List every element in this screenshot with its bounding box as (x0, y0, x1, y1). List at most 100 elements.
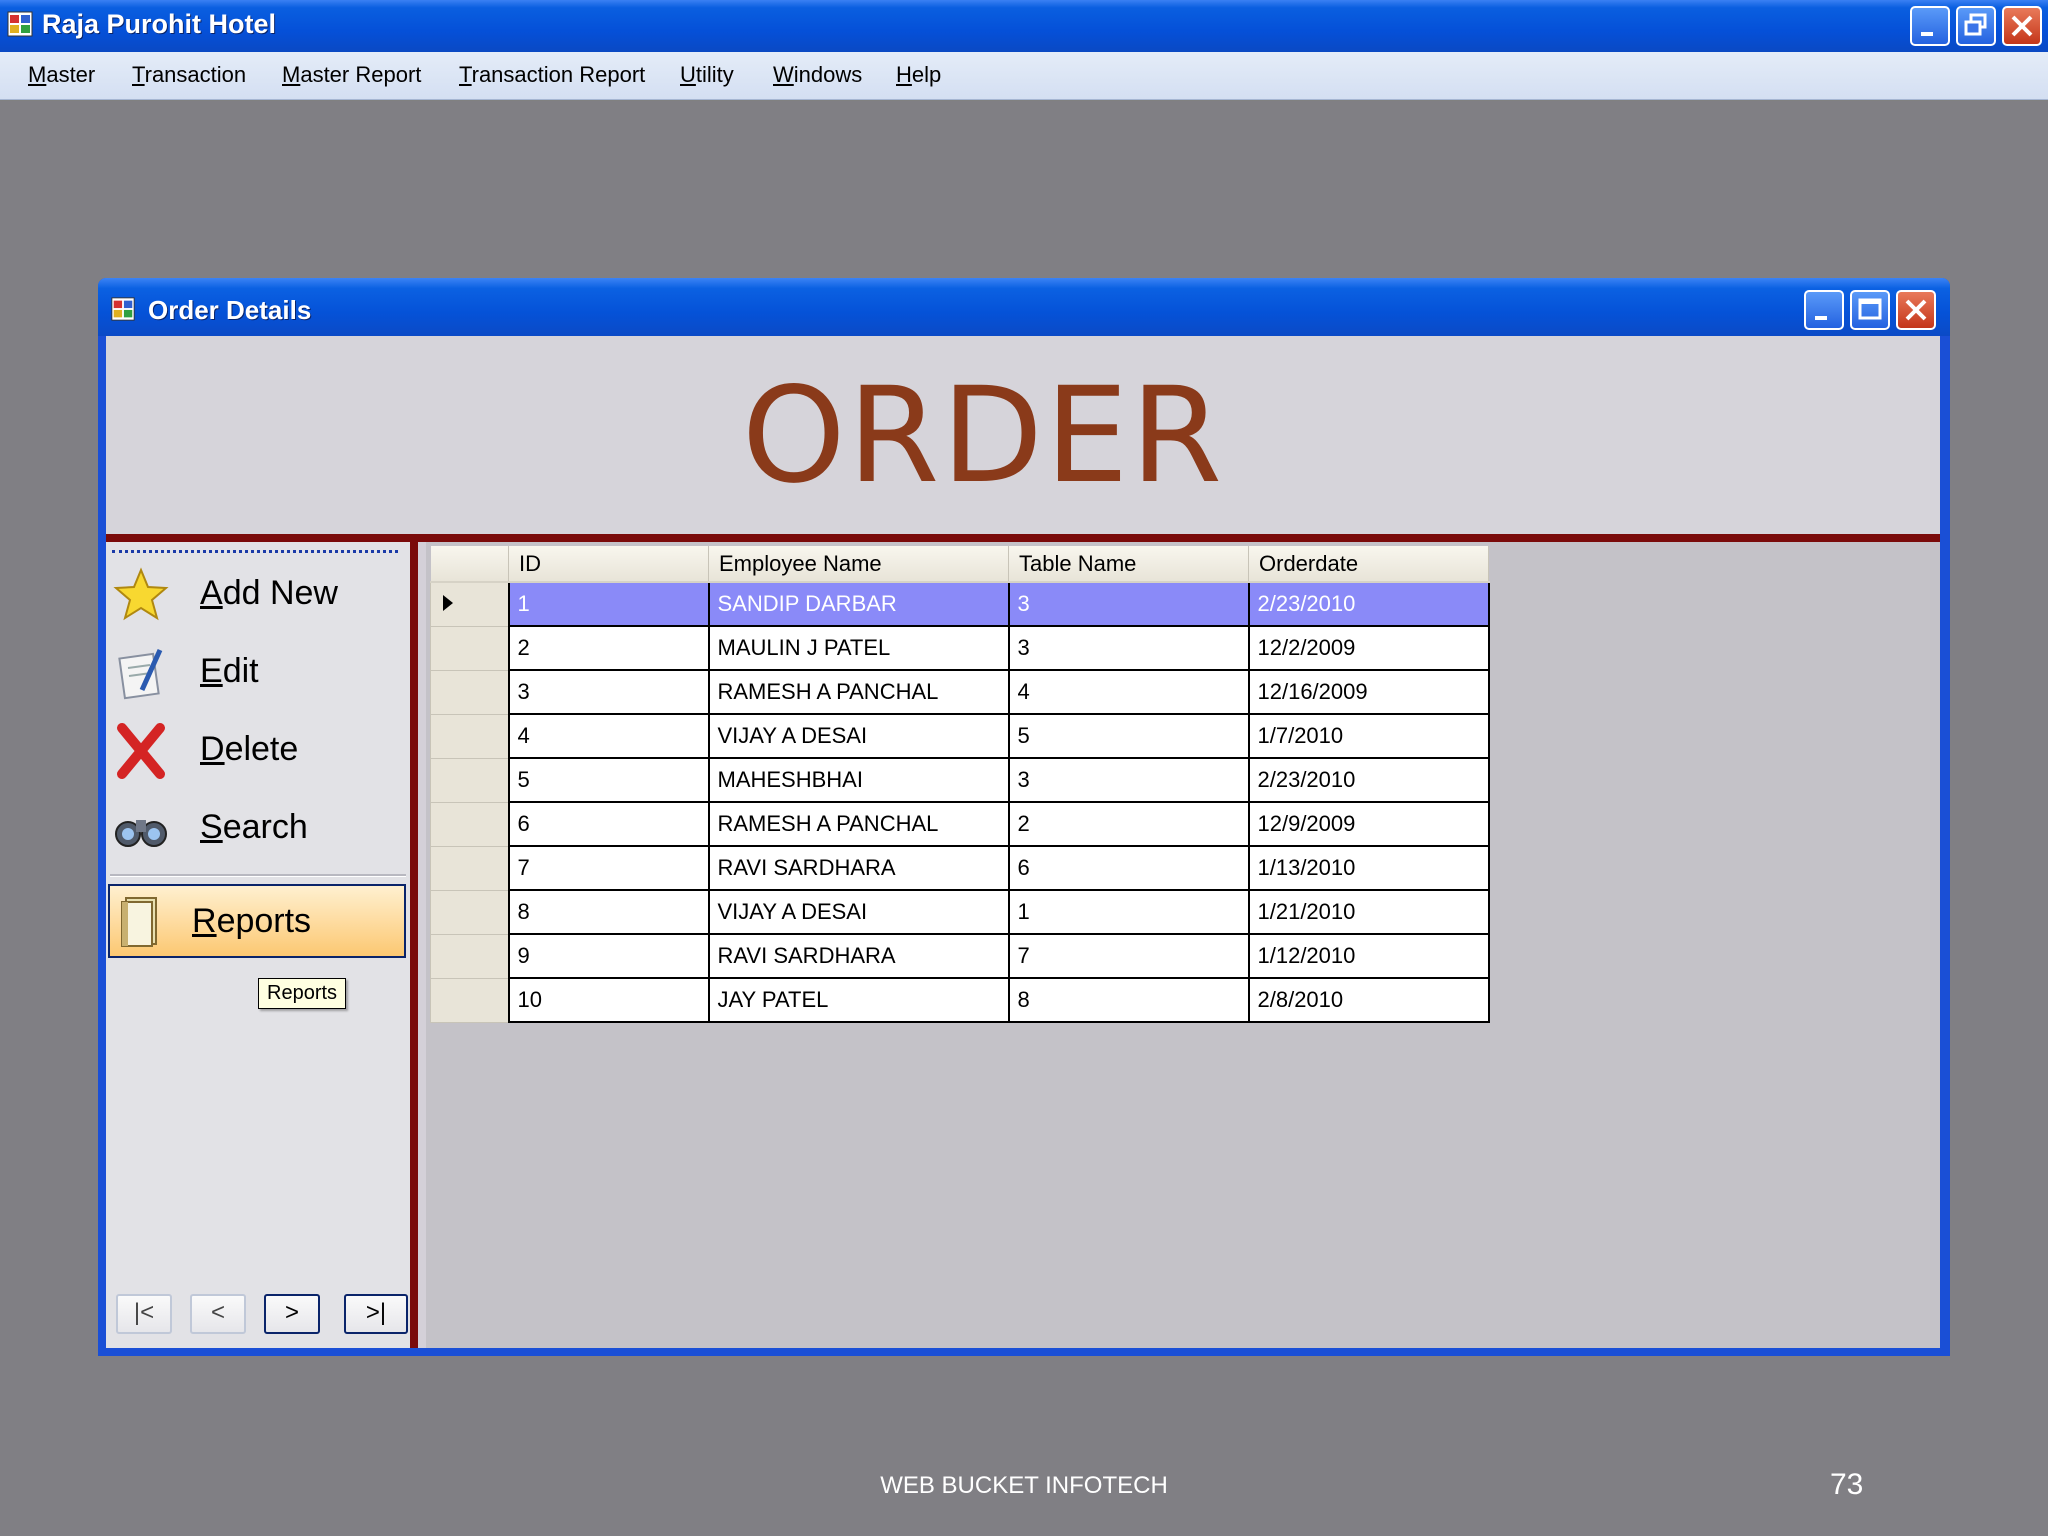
cell-employee-name[interactable]: VIJAY A DESAI (707, 713, 1010, 759)
table-row[interactable]: 7 RAVI SARDHARA 6 1/13/2010 (430, 845, 1490, 891)
grip-dots (112, 550, 398, 553)
column-header-orderdate[interactable]: Orderdate (1248, 546, 1489, 583)
menu-transaction[interactable]: Transaction (132, 62, 246, 88)
cell-orderdate[interactable]: 2/23/2010 (1247, 757, 1490, 803)
next-record-button[interactable]: > (264, 1294, 320, 1334)
row-header[interactable] (430, 669, 510, 715)
row-header[interactable] (430, 889, 510, 935)
order-details-window: Order Details ORDER Add New Edit Delete … (98, 278, 1950, 1356)
row-header[interactable] (430, 581, 510, 627)
app-titlebar: Raja Purohit Hotel (0, 0, 2048, 52)
cell-table-name[interactable]: 3 (1007, 581, 1250, 627)
table-row[interactable]: 5 MAHESHBHAI 3 2/23/2010 (430, 757, 1490, 803)
cell-orderdate[interactable]: 2/23/2010 (1247, 581, 1490, 627)
cell-id[interactable]: 8 (507, 889, 710, 935)
minimize-button[interactable] (1910, 6, 1950, 46)
column-header-table-name[interactable]: Table Name (1008, 546, 1249, 583)
previous-record-button[interactable]: < (190, 1294, 246, 1334)
cell-employee-name[interactable]: RAVI SARDHARA (707, 933, 1010, 979)
cell-orderdate[interactable]: 2/8/2010 (1247, 977, 1490, 1023)
last-record-button[interactable]: >| (344, 1294, 408, 1334)
table-row[interactable]: 10 JAY PATEL 8 2/8/2010 (430, 977, 1490, 1023)
cell-table-name[interactable]: 8 (1007, 977, 1250, 1023)
close-icon (1905, 299, 1927, 321)
search-label: Search (200, 808, 308, 846)
row-header[interactable] (430, 845, 510, 891)
child-window-body: ORDER Add New Edit Delete Search Reports… (106, 336, 1940, 1348)
cell-employee-name[interactable]: RAMESH A PANCHAL (707, 669, 1010, 715)
cell-employee-name[interactable]: MAHESHBHAI (707, 757, 1010, 803)
menu-master-report[interactable]: Master Report (282, 62, 421, 88)
cell-id[interactable]: 3 (507, 669, 710, 715)
cell-table-name[interactable]: 7 (1007, 933, 1250, 979)
menu-windows[interactable]: Windows (773, 62, 862, 88)
cell-employee-name[interactable]: VIJAY A DESAI (707, 889, 1010, 935)
menu-utility[interactable]: Utility (680, 62, 734, 88)
table-row[interactable]: 1 SANDIP DARBAR 3 2/23/2010 (430, 581, 1490, 627)
cell-employee-name[interactable]: JAY PATEL (707, 977, 1010, 1023)
menu-transaction-report[interactable]: Transaction Report (459, 62, 645, 88)
cell-id[interactable]: 1 (507, 581, 710, 627)
row-header[interactable] (430, 757, 510, 803)
cell-employee-name[interactable]: MAULIN J PATEL (707, 625, 1010, 671)
cell-orderdate[interactable]: 1/12/2010 (1247, 933, 1490, 979)
cell-employee-name[interactable]: SANDIP DARBAR (707, 581, 1010, 627)
cell-table-name[interactable]: 5 (1007, 713, 1250, 759)
close-icon (2011, 15, 2033, 37)
cell-id[interactable]: 6 (507, 801, 710, 847)
cell-id[interactable]: 10 (507, 977, 710, 1023)
header-banner: ORDER (106, 336, 1940, 536)
cell-id[interactable]: 5 (507, 757, 710, 803)
cell-id[interactable]: 2 (507, 625, 710, 671)
cell-table-name[interactable]: 2 (1007, 801, 1250, 847)
cell-table-name[interactable]: 3 (1007, 625, 1250, 671)
row-header[interactable] (430, 977, 510, 1023)
cell-id[interactable]: 4 (507, 713, 710, 759)
cell-orderdate[interactable]: 12/9/2009 (1247, 801, 1490, 847)
menu-master[interactable]: Master (28, 62, 95, 88)
delete-button[interactable]: Delete (106, 716, 406, 786)
cell-employee-name[interactable]: RAMESH A PANCHAL (707, 801, 1010, 847)
table-row[interactable]: 4 VIJAY A DESAI 5 1/7/2010 (430, 713, 1490, 759)
child-maximize-button[interactable] (1850, 290, 1890, 330)
row-header[interactable] (430, 801, 510, 847)
cell-id[interactable]: 9 (507, 933, 710, 979)
column-header-id[interactable]: ID (508, 546, 709, 583)
add-new-button[interactable]: Add New (106, 560, 406, 630)
divider (106, 534, 1940, 542)
cell-table-name[interactable]: 6 (1007, 845, 1250, 891)
cell-employee-name[interactable]: RAVI SARDHARA (707, 845, 1010, 891)
table-row[interactable]: 9 RAVI SARDHARA 7 1/12/2010 (430, 933, 1490, 979)
cell-orderdate[interactable]: 1/13/2010 (1247, 845, 1490, 891)
table-row[interactable]: 3 RAMESH A PANCHAL 4 12/16/2009 (430, 669, 1490, 715)
column-header-employee-name[interactable]: Employee Name (708, 546, 1009, 583)
close-button[interactable] (2002, 6, 2042, 46)
cell-orderdate[interactable]: 1/7/2010 (1247, 713, 1490, 759)
cell-orderdate[interactable]: 12/2/2009 (1247, 625, 1490, 671)
menu-help[interactable]: Help (896, 62, 941, 88)
grid-header-row: ID Employee Name Table Name Orderdate (430, 546, 1489, 583)
table-row[interactable]: 8 VIJAY A DESAI 1 1/21/2010 (430, 889, 1490, 935)
action-sidebar: Add New Edit Delete Search Reports Repor… (106, 542, 418, 1348)
child-window-title: Order Details (148, 295, 312, 325)
edit-pencil-icon (118, 648, 163, 700)
row-header[interactable] (430, 713, 510, 759)
reports-button[interactable]: Reports (108, 884, 406, 958)
restore-button[interactable] (1956, 6, 1996, 46)
first-record-button[interactable]: |< (116, 1294, 172, 1334)
edit-button[interactable]: Edit (106, 638, 406, 708)
child-close-button[interactable] (1896, 290, 1936, 330)
cell-table-name[interactable]: 4 (1007, 669, 1250, 715)
cell-orderdate[interactable]: 1/21/2010 (1247, 889, 1490, 935)
row-header[interactable] (430, 933, 510, 979)
orders-grid[interactable]: ID Employee Name Table Name Orderdate 1S… (430, 546, 1490, 1023)
row-header[interactable] (430, 625, 510, 671)
table-row[interactable]: 6 RAMESH A PANCHAL 2 12/9/2009 (430, 801, 1490, 847)
cell-table-name[interactable]: 1 (1007, 889, 1250, 935)
table-row[interactable]: 2 MAULIN J PATEL 3 12/2/2009 (430, 625, 1490, 671)
cell-id[interactable]: 7 (507, 845, 710, 891)
child-minimize-button[interactable] (1804, 290, 1844, 330)
cell-table-name[interactable]: 3 (1007, 757, 1250, 803)
cell-orderdate[interactable]: 12/16/2009 (1247, 669, 1490, 715)
search-button[interactable]: Search (106, 794, 406, 864)
